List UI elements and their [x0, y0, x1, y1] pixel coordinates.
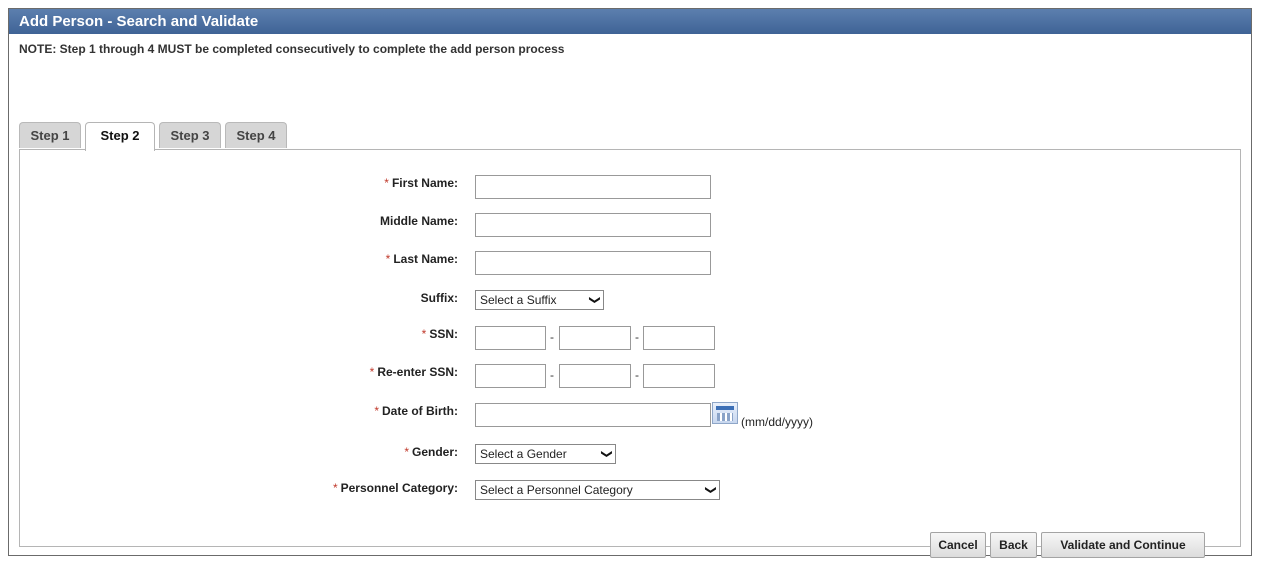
ssn-label: * SSN: — [421, 327, 458, 341]
ssn-part-1-field[interactable] — [475, 326, 546, 350]
personnel-category-select[interactable]: Select a Personnel Category ❯ — [475, 480, 720, 500]
required-marker: * — [421, 327, 427, 341]
reenter-ssn-part-3-field[interactable] — [643, 364, 715, 388]
chevron-down-icon: ❯ — [588, 295, 601, 305]
suffix-select[interactable]: Select a Suffix ❯ — [475, 290, 604, 310]
ssn-part-3-field[interactable] — [643, 326, 715, 350]
calendar-icon[interactable] — [712, 402, 738, 424]
dob-format-hint: (mm/dd/yyyy) — [741, 415, 813, 429]
reenter-ssn-part-2-field[interactable] — [559, 364, 631, 388]
dob-field[interactable] — [475, 403, 711, 427]
middle-name-label: Middle Name: — [379, 214, 458, 228]
suffix-label: Suffix: — [420, 291, 458, 305]
last-name-field[interactable] — [475, 251, 711, 275]
tab-step-3[interactable]: Step 3 — [159, 122, 221, 148]
required-marker: * — [384, 176, 389, 190]
gender-label: * Gender: — [404, 445, 458, 459]
last-name-label: * Last Name: — [385, 252, 458, 266]
required-marker: * — [385, 252, 391, 266]
cancel-button[interactable]: Cancel — [930, 532, 986, 558]
middle-name-field[interactable] — [475, 213, 711, 237]
chevron-down-icon: ❯ — [600, 449, 613, 459]
ssn-separator: - — [550, 368, 554, 382]
ssn-separator: - — [550, 330, 554, 344]
required-marker: * — [404, 445, 409, 459]
dob-label: * Date of Birth: — [374, 404, 458, 418]
window-title: Add Person - Search and Validate — [9, 9, 1251, 34]
first-name-label: * First Name: — [384, 176, 458, 190]
first-name-field[interactable] — [475, 175, 711, 199]
add-person-panel: Add Person - Search and Validate NOTE: S… — [8, 8, 1252, 558]
instruction-note: NOTE: Step 1 through 4 MUST be completed… — [19, 42, 565, 56]
step-2-form: * First Name: Middle Name: * Last Name: Su… — [19, 149, 1241, 558]
ssn-separator: - — [635, 368, 639, 382]
gender-select[interactable]: Select a Gender ❯ — [475, 444, 616, 464]
tab-step-4[interactable]: Step 4 — [225, 122, 287, 148]
reenter-ssn-label: * Re-enter SSN: — [369, 365, 458, 379]
back-button[interactable]: Back — [990, 532, 1037, 558]
ssn-separator: - — [635, 330, 639, 344]
tab-step-1[interactable]: Step 1 — [19, 122, 81, 148]
required-marker: * — [369, 365, 375, 379]
required-marker: * — [332, 481, 338, 495]
chevron-down-icon: ❯ — [704, 485, 717, 495]
reenter-ssn-part-1-field[interactable] — [475, 364, 546, 388]
validate-and-continue-button[interactable]: Validate and Continue — [1041, 532, 1205, 558]
ssn-part-2-field[interactable] — [559, 326, 631, 350]
tab-step-2[interactable]: Step 2 — [85, 122, 155, 151]
required-marker: * — [374, 404, 379, 418]
personnel-category-label: * Personnel Category: — [332, 481, 458, 495]
